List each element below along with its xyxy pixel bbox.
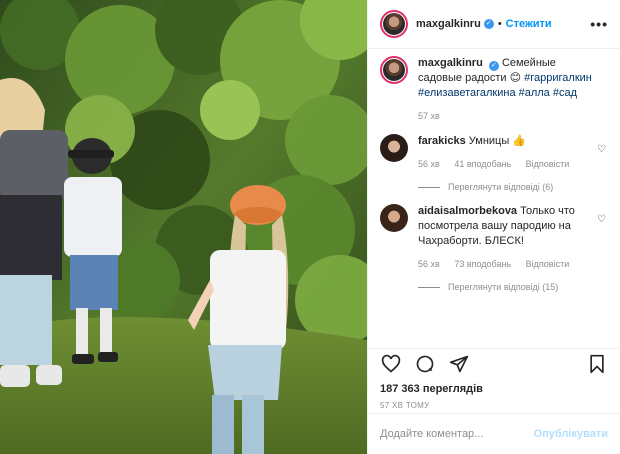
replies-line <box>418 186 440 188</box>
comment-body: aidaisalmorbekova Только что посмотрела … <box>418 204 593 272</box>
comment-body: farakicks Умницы 👍 56 хв 41 вподобань Ві… <box>418 134 593 172</box>
view-count[interactable]: 187 363 переглядів <box>380 383 608 395</box>
author-avatar[interactable] <box>380 10 408 38</box>
post-timestamp: 57 ХВ ТОМУ <box>380 401 430 410</box>
comment-time: 56 хв <box>418 159 440 169</box>
comment-item: farakicks Умницы 👍 56 хв 41 вподобань Ві… <box>380 134 608 172</box>
publish-button[interactable]: Опублікувати <box>534 428 608 440</box>
comment-like-heart-icon[interactable]: ♡ <box>597 214 606 225</box>
action-icons <box>380 351 608 377</box>
verified-badge-icon: ✓ <box>488 61 499 71</box>
view-replies-button[interactable]: Переглянути відповіді (15) <box>418 282 608 292</box>
view-replies-label: Переглянути відповіді (6) <box>448 182 554 192</box>
commenter-username[interactable]: farakicks <box>418 135 466 147</box>
add-comment-bar: Додайте коментар... Опублікувати <box>368 413 620 454</box>
comment-meta: 56 хв 41 вподобань Відповісти <box>418 157 593 172</box>
post-video[interactable] <box>0 0 367 454</box>
verified-badge-icon: ✓ <box>483 19 494 29</box>
comments-list[interactable]: maxgalkinru ✓ Семейные садовые радости 😊… <box>368 56 620 356</box>
commenter-avatar[interactable] <box>380 204 408 232</box>
replies-line <box>418 286 440 288</box>
video-frame-illustration <box>0 0 367 454</box>
instagram-post: maxgalkinru ✓ • Стежити ••• maxgalkinru … <box>0 0 620 454</box>
comment-input[interactable]: Додайте коментар... <box>380 428 483 440</box>
caption-avatar[interactable] <box>380 56 408 84</box>
reply-button[interactable]: Відповісти <box>526 159 570 169</box>
post-header: maxgalkinru ✓ • Стежити ••• <box>368 0 620 49</box>
view-replies-label: Переглянути відповіді (15) <box>448 282 559 292</box>
comment-likes[interactable]: 41 вподобань <box>454 159 511 169</box>
separator-dot: • <box>497 18 502 30</box>
comment-text: Умницы 👍 <box>468 135 527 147</box>
view-replies-button[interactable]: Переглянути відповіді (6) <box>418 182 608 192</box>
comment-time: 56 хв <box>418 259 440 269</box>
comment-icon[interactable] <box>414 353 436 375</box>
reply-button[interactable]: Відповісти <box>526 259 570 269</box>
share-icon[interactable] <box>448 353 470 375</box>
commenter-username[interactable]: aidaisalmorbekova <box>418 205 517 217</box>
caption-username[interactable]: maxgalkinru <box>418 57 483 69</box>
caption-time: 57 хв <box>418 111 440 121</box>
caption: maxgalkinru ✓ Семейные садовые радости 😊… <box>380 56 608 124</box>
author-username[interactable]: maxgalkinru <box>416 18 481 30</box>
comment-meta: 56 хв 73 вподобань Відповісти <box>418 257 593 272</box>
bookmark-icon[interactable] <box>586 353 608 375</box>
more-options-icon[interactable]: ••• <box>590 16 608 32</box>
comment-like-heart-icon[interactable]: ♡ <box>597 144 606 155</box>
comment-item: aidaisalmorbekova Только что посмотрела … <box>380 204 608 272</box>
post-side-panel: maxgalkinru ✓ • Стежити ••• maxgalkinru … <box>367 0 620 454</box>
commenter-avatar[interactable] <box>380 134 408 162</box>
caption-body: maxgalkinru ✓ Семейные садовые радости 😊… <box>418 56 593 124</box>
heart-icon[interactable] <box>380 353 402 375</box>
comment-likes[interactable]: 73 вподобань <box>454 259 511 269</box>
follow-button[interactable]: Стежити <box>506 18 552 30</box>
